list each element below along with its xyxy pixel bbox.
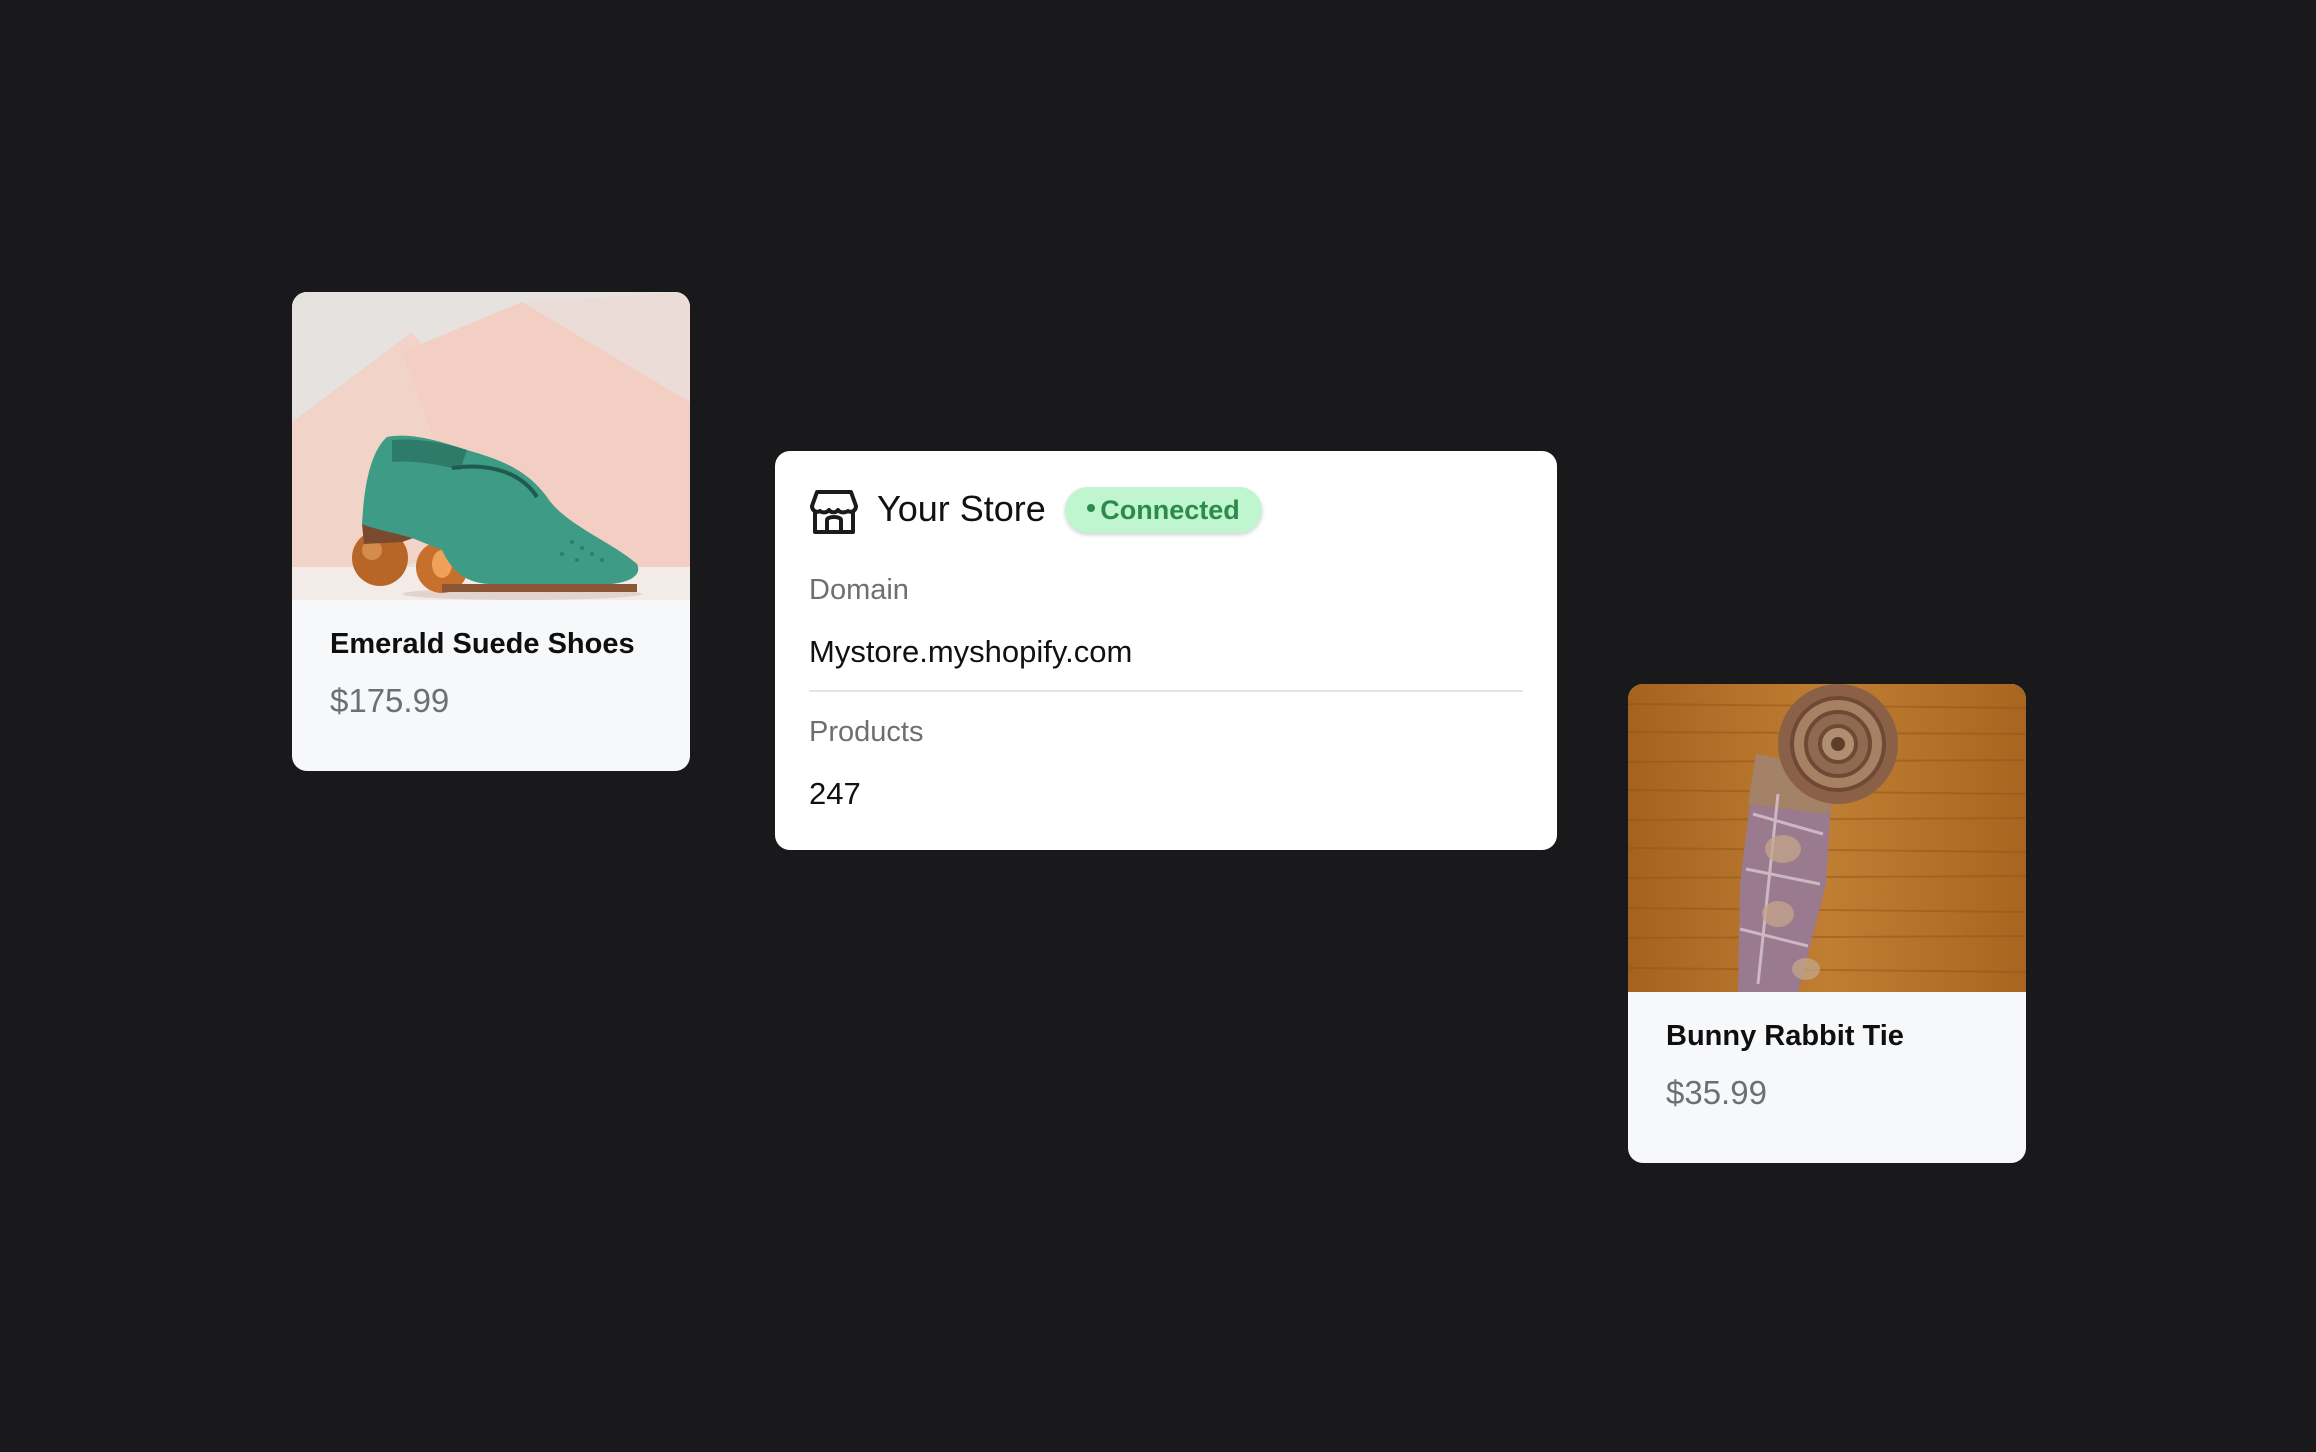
product-image-tie: [1628, 684, 2026, 992]
product-name: Emerald Suede Shoes: [330, 628, 635, 660]
status-label: Connected: [1100, 494, 1240, 525]
store-card: Your Store Connected Domain Mystore.mysh…: [775, 451, 1557, 850]
domain-value: Mystore.myshopify.com: [809, 634, 1133, 669]
storefront-icon: [809, 486, 859, 536]
status-dot-icon: [1087, 504, 1096, 512]
product-price: $35.99: [1666, 1074, 1767, 1111]
product-image-shoes: [292, 292, 690, 600]
store-title: Your Store: [877, 488, 1046, 529]
product-name: Bunny Rabbit Tie: [1666, 1020, 1904, 1052]
products-label: Products: [809, 716, 924, 748]
domain-label: Domain: [809, 574, 909, 606]
products-count: 247: [809, 776, 861, 811]
product-price: $175.99: [330, 682, 450, 719]
status-badge: Connected: [1065, 487, 1262, 533]
product-card-bunny-rabbit-tie[interactable]: Bunny Rabbit Tie $35.99: [1628, 684, 2026, 1163]
divider: [809, 690, 1523, 692]
product-card-emerald-suede-shoes[interactable]: Emerald Suede Shoes $175.99: [292, 292, 690, 771]
